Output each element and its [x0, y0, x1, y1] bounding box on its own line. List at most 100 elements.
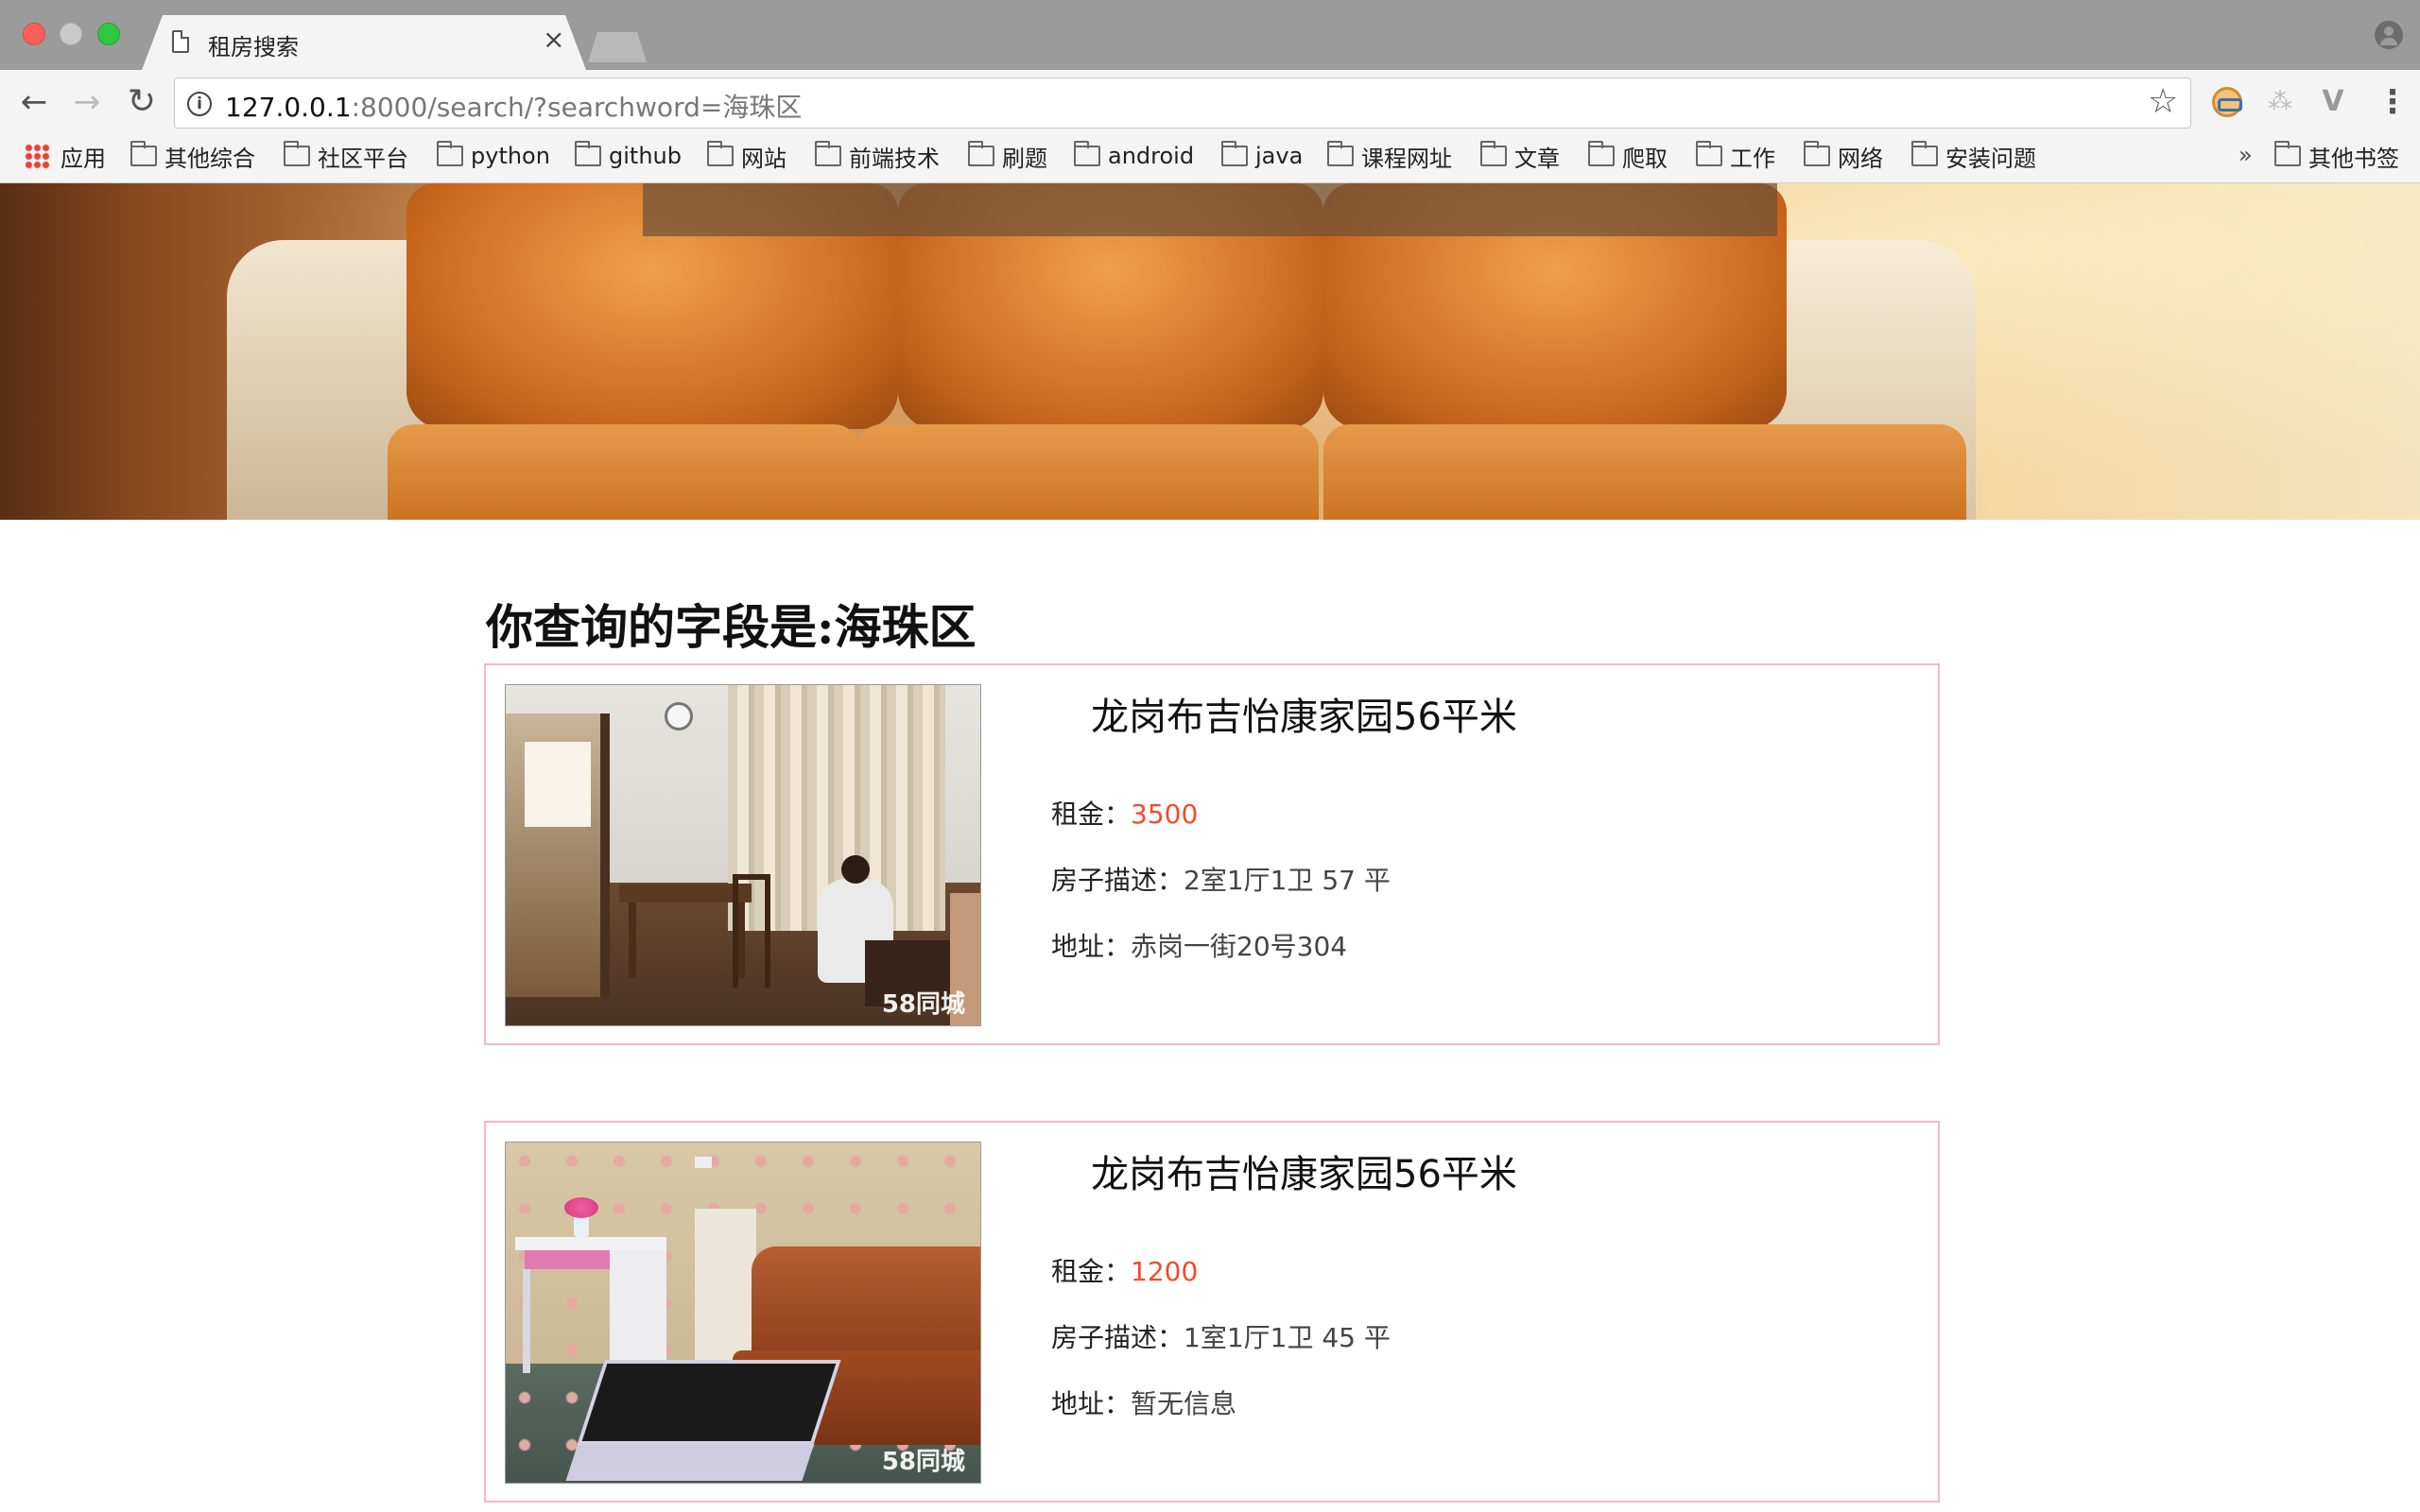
- bookmark-label: python: [471, 143, 550, 169]
- reload-icon[interactable]: ↻: [123, 83, 161, 121]
- listing-description: 房子描述：2室1厅1卫 57 平: [1051, 860, 1391, 898]
- extension-glasses-icon[interactable]: [2212, 87, 2242, 117]
- bookmark-label: 社区平台: [318, 145, 408, 172]
- folder-icon: [1588, 141, 1615, 166]
- rent-value: 3500: [1131, 799, 1199, 830]
- photo-switch: [695, 1157, 712, 1168]
- menu-dots-icon[interactable]: ⋮: [2377, 83, 2409, 121]
- bookmark-folder[interactable]: 爬取: [1588, 141, 1668, 172]
- bookmark-folder[interactable]: 刷题: [968, 141, 1047, 172]
- other-bookmarks[interactable]: 其他书签: [2274, 141, 2399, 172]
- apps-icon[interactable]: [25, 144, 51, 170]
- forward-arrow-icon[interactable]: →: [68, 83, 106, 121]
- photo-chair: [733, 874, 770, 988]
- bookmark-folder[interactable]: android: [1074, 141, 1195, 170]
- profile-icon[interactable]: [2375, 21, 2403, 49]
- new-tab-button[interactable]: [588, 32, 647, 62]
- desc-value: 1室1厅1卫 45 平: [1184, 1322, 1391, 1353]
- photo-table-base: [565, 1443, 815, 1481]
- folder-icon: [1480, 141, 1507, 166]
- listing-title[interactable]: 龙岗布吉怡康家园56平米: [1091, 686, 1517, 741]
- listing-card[interactable]: 58同城 龙岗布吉怡康家园56平米 租金：1200 房子描述：1室1厅1卫 45…: [484, 1121, 1940, 1503]
- rent-label: 租金：: [1051, 799, 1132, 830]
- folder-icon: [2274, 141, 2301, 166]
- bookmark-folder[interactable]: 前端技术: [815, 141, 940, 172]
- bookmark-folder[interactable]: github: [575, 141, 682, 170]
- bookmark-folder[interactable]: 工作: [1696, 141, 1775, 172]
- bookmark-folder[interactable]: 网络: [1804, 141, 1883, 172]
- folder-icon: [437, 141, 463, 166]
- addr-value: 赤岗一街20号304: [1131, 931, 1348, 962]
- window-minimize-button[interactable]: [60, 23, 82, 45]
- folder-icon: [815, 141, 841, 166]
- bookmark-folder[interactable]: 网站: [707, 141, 786, 172]
- listing-rent: 租金：3500: [1051, 794, 1198, 832]
- tab-close-icon[interactable]: ×: [543, 26, 564, 53]
- folder-icon: [1074, 141, 1100, 166]
- window-maximize-button[interactable]: [97, 23, 120, 45]
- listing-card[interactable]: 58同城 龙岗布吉怡康家园56平米 租金：3500 房子描述：2室1厅1卫 57…: [484, 663, 1940, 1045]
- photo-flowers: [564, 1197, 598, 1218]
- desc-label: 房子描述：: [1051, 1322, 1184, 1353]
- photo-desk-body: [610, 1250, 666, 1373]
- rent-value: 1200: [1131, 1256, 1199, 1287]
- photo-table-leg: [629, 902, 636, 978]
- bookmark-label: java: [1255, 143, 1304, 169]
- listing-photo[interactable]: 58同城: [505, 684, 981, 1026]
- folder-icon: [575, 141, 601, 166]
- desc-value: 2室1厅1卫 57 平: [1184, 865, 1391, 896]
- bookmark-folder[interactable]: 文章: [1480, 141, 1560, 172]
- photo-desk-top: [515, 1237, 666, 1250]
- listing-title[interactable]: 龙岗布吉怡康家园56平米: [1091, 1143, 1517, 1198]
- sofa-seat: [856, 424, 1319, 520]
- bookmark-label: 爬取: [1622, 145, 1668, 172]
- bookmark-folder[interactable]: 社区平台: [284, 141, 408, 172]
- extension-vue-icon[interactable]: V: [2318, 87, 2348, 117]
- hero-overlay-bar: [643, 183, 1777, 236]
- folder-icon: [1911, 141, 1938, 166]
- bookmark-label: 文章: [1514, 145, 1560, 172]
- sofa-seat: [388, 424, 860, 520]
- bookmark-star-icon[interactable]: ☆: [2148, 83, 2178, 121]
- bookmarks-overflow-icon[interactable]: »: [2238, 142, 2253, 168]
- bookmark-folder[interactable]: python: [437, 141, 550, 170]
- bookmark-folder[interactable]: 课程网址: [1327, 141, 1452, 172]
- listing-photo[interactable]: 58同城: [505, 1142, 981, 1484]
- photo-person-head: [841, 855, 870, 884]
- url-text[interactable]: 127.0.0.1:8000/search/?searchword=海珠区: [225, 87, 802, 125]
- bookmark-label: github: [609, 143, 682, 169]
- sofa-seat: [1323, 424, 1966, 520]
- tab-title[interactable]: 租房搜索: [208, 28, 299, 61]
- watermark-58: 58同城: [881, 1448, 965, 1476]
- bookmark-folder[interactable]: 安装问题: [1911, 141, 2036, 172]
- listing-rent: 租金：1200: [1051, 1251, 1198, 1289]
- bookmark-label: 其他书签: [2308, 145, 2399, 172]
- extension-tree-icon[interactable]: ⁂: [2265, 87, 2295, 117]
- listing-address: 地址：赤岗一街20号304: [1051, 926, 1347, 964]
- photo-table: [619, 884, 752, 902]
- folder-icon: [1696, 141, 1722, 166]
- bookmark-apps[interactable]: 应用: [60, 142, 106, 172]
- folder-icon: [1221, 141, 1248, 166]
- bookmark-label: 网站: [741, 145, 786, 172]
- listing-description: 房子描述：1室1厅1卫 45 平: [1051, 1317, 1391, 1355]
- folder-icon: [130, 141, 157, 166]
- bookmark-folder[interactable]: java: [1221, 141, 1304, 170]
- addr-label: 地址：: [1051, 1388, 1132, 1419]
- folder-icon: [968, 141, 994, 166]
- folder-icon: [284, 141, 310, 166]
- folder-icon: [707, 141, 734, 166]
- bookmark-label: 应用: [60, 145, 106, 172]
- bookmark-label: 其他综合: [164, 145, 255, 172]
- listing-address: 地址：暂无信息: [1051, 1383, 1236, 1421]
- photo-glass-table: [577, 1360, 841, 1445]
- info-icon[interactable]: i: [187, 92, 212, 116]
- bookmark-label: android: [1108, 143, 1195, 169]
- bookmark-label: 工作: [1730, 145, 1775, 172]
- photo-clock: [665, 702, 693, 730]
- folder-icon: [1804, 141, 1830, 166]
- bookmark-folder[interactable]: 其他综合: [130, 141, 255, 172]
- window-close-button[interactable]: [23, 23, 45, 45]
- back-arrow-icon[interactable]: ←: [15, 83, 53, 121]
- photo-sofa-back: [752, 1246, 980, 1360]
